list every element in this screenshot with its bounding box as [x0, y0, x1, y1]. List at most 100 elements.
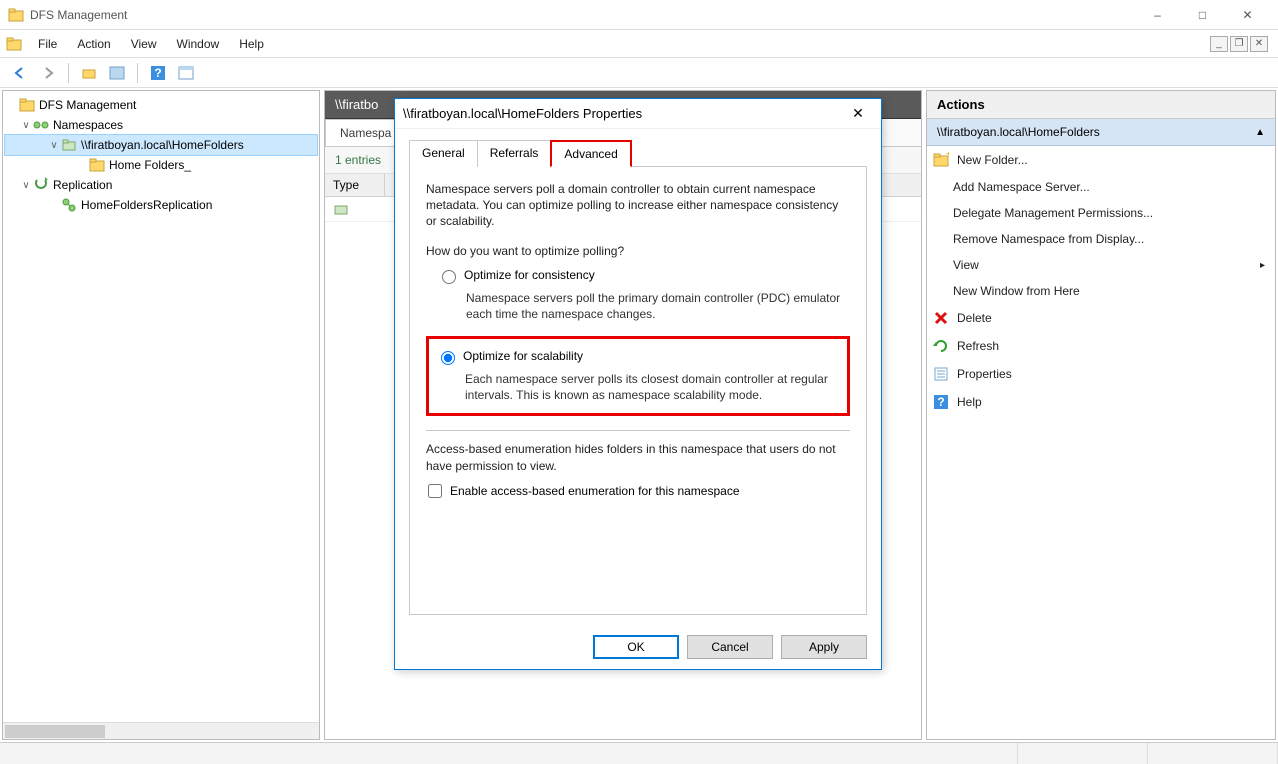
- forward-button[interactable]: [36, 61, 60, 85]
- mdi-restore[interactable]: ❐: [1230, 36, 1248, 52]
- action-delete[interactable]: Delete: [927, 304, 1275, 332]
- radio-scalability-input[interactable]: [441, 351, 455, 365]
- tree-replication[interactable]: ∨ Replication: [5, 175, 317, 195]
- properties-icon: [933, 366, 949, 382]
- menu-window[interactable]: Window: [167, 33, 230, 55]
- action-properties[interactable]: Properties: [927, 360, 1275, 388]
- radio-consistency-desc: Namespace servers poll the primary domai…: [466, 290, 850, 322]
- twisty-icon[interactable]: ∨: [47, 140, 61, 151]
- menu-help[interactable]: Help: [229, 33, 274, 55]
- tree-replication-group[interactable]: HomeFoldersReplication: [5, 195, 317, 215]
- dialog-intro-text: Namespace servers poll a domain controll…: [426, 181, 850, 230]
- twisty-icon[interactable]: ∨: [19, 180, 33, 191]
- radio-consistency-input[interactable]: [442, 270, 456, 284]
- actions-pane: Actions \\firatboyan.local\HomeFolders ▲…: [926, 90, 1276, 740]
- app-icon: [8, 7, 24, 23]
- dialog-question: How do you want to optimize polling?: [426, 244, 850, 258]
- dialog-tabs: General Referrals Advanced: [409, 139, 867, 167]
- tree-namespace-path[interactable]: ∨ \\firatboyan.local\HomeFolders: [5, 135, 317, 155]
- menu-bar: File Action View Window Help _ ❐ ✕: [0, 30, 1278, 58]
- action-delegate[interactable]: Delegate Management Permissions...: [927, 200, 1275, 226]
- ok-button[interactable]: OK: [593, 635, 679, 659]
- checkbox-abe-input[interactable]: [428, 484, 442, 498]
- folder-icon: [89, 157, 105, 173]
- dialog-close-button[interactable]: ✕: [843, 105, 873, 122]
- help-button[interactable]: ?: [146, 61, 170, 85]
- tab-content-advanced: Namespace servers poll a domain controll…: [409, 167, 867, 615]
- delete-icon: [933, 310, 949, 326]
- abe-description: Access-based enumeration hides folders i…: [426, 441, 850, 473]
- dialog-title: \\firatboyan.local\HomeFolders Propertie…: [403, 106, 843, 121]
- action-new-window-label: New Window from Here: [953, 284, 1080, 298]
- action-help[interactable]: ? Help: [927, 388, 1275, 416]
- action-refresh-label: Refresh: [957, 339, 999, 353]
- title-bar: DFS Management – □ ✕: [0, 0, 1278, 30]
- col-type[interactable]: Type: [325, 174, 385, 196]
- action-refresh[interactable]: Refresh: [927, 332, 1275, 360]
- action-delegate-label: Delegate Management Permissions...: [953, 206, 1153, 220]
- menu-file[interactable]: File: [28, 33, 67, 55]
- submenu-arrow-icon: ▸: [1260, 260, 1265, 271]
- toolbar-btn-2[interactable]: [105, 61, 129, 85]
- namespace-icon: [61, 137, 77, 153]
- dialog-titlebar: \\firatboyan.local\HomeFolders Propertie…: [395, 99, 881, 129]
- radio-scalability-label: Optimize for scalability: [463, 349, 583, 363]
- tree-namespace-path-label: \\firatboyan.local\HomeFolders: [81, 138, 244, 152]
- tree-root-label: DFS Management: [39, 98, 136, 112]
- action-view[interactable]: View ▸: [927, 252, 1275, 278]
- tree-home-folders[interactable]: Home Folders_: [5, 155, 317, 175]
- action-new-folder-label: New Folder...: [957, 153, 1028, 167]
- tree-root[interactable]: DFS Management: [5, 95, 317, 115]
- action-add-ns-server-label: Add Namespace Server...: [953, 180, 1090, 194]
- radio-scalability-desc: Each namespace server polls its closest …: [465, 371, 835, 403]
- tree-replication-group-label: HomeFoldersReplication: [81, 198, 212, 212]
- collapse-icon: ▲: [1255, 127, 1265, 138]
- cancel-button[interactable]: Cancel: [687, 635, 773, 659]
- maximize-button[interactable]: □: [1180, 1, 1225, 29]
- status-bar: [0, 742, 1278, 764]
- help-icon: ?: [933, 394, 949, 410]
- radio-scalability[interactable]: Optimize for scalability: [441, 349, 835, 365]
- apply-button-label: Apply: [809, 640, 839, 654]
- tree-namespaces-label: Namespaces: [53, 118, 123, 132]
- action-new-folder[interactable]: ✦ New Folder...: [927, 146, 1275, 174]
- new-folder-icon: ✦: [933, 152, 949, 168]
- tab-referrals[interactable]: Referrals: [477, 140, 552, 167]
- svg-text:?: ?: [937, 395, 944, 409]
- tab-advanced[interactable]: Advanced: [550, 140, 631, 167]
- mdi-minimize[interactable]: _: [1210, 36, 1228, 52]
- toolbar-btn-1[interactable]: [77, 61, 101, 85]
- action-add-ns-server[interactable]: Add Namespace Server...: [927, 174, 1275, 200]
- apply-button[interactable]: Apply: [781, 635, 867, 659]
- twisty-icon[interactable]: ∨: [19, 120, 33, 131]
- tab-general[interactable]: General: [409, 140, 478, 167]
- app-icon-small: [6, 36, 22, 52]
- close-button[interactable]: ✕: [1225, 1, 1270, 29]
- action-delete-label: Delete: [957, 311, 992, 325]
- tree-home-folders-label: Home Folders_: [109, 158, 191, 172]
- toolbar: ?: [0, 58, 1278, 88]
- minimize-button[interactable]: –: [1135, 1, 1180, 29]
- action-new-window[interactable]: New Window from Here: [927, 278, 1275, 304]
- namespaces-icon: [33, 117, 49, 133]
- ok-button-label: OK: [627, 640, 644, 654]
- tree-namespaces[interactable]: ∨ Namespaces: [5, 115, 317, 135]
- mdi-close[interactable]: ✕: [1250, 36, 1268, 52]
- svg-text:✦: ✦: [945, 152, 949, 161]
- radio-consistency[interactable]: Optimize for consistency: [442, 268, 850, 284]
- back-button[interactable]: [8, 61, 32, 85]
- highlight-box: Optimize for scalability Each namespace …: [426, 336, 850, 416]
- tree-scrollbar[interactable]: [3, 722, 319, 739]
- menu-action[interactable]: Action: [67, 33, 120, 55]
- toolbar-btn-3[interactable]: [174, 61, 198, 85]
- mdi-controls: _ ❐ ✕: [1210, 36, 1268, 52]
- action-remove-display[interactable]: Remove Namespace from Display...: [927, 226, 1275, 252]
- refresh-icon: [933, 338, 949, 354]
- actions-section[interactable]: \\firatboyan.local\HomeFolders ▲: [927, 119, 1275, 146]
- dfs-root-icon: [19, 97, 35, 113]
- cancel-button-label: Cancel: [711, 640, 748, 654]
- checkbox-abe[interactable]: Enable access-based enumeration for this…: [428, 484, 850, 498]
- tree-pane: DFS Management ∨ Namespaces ∨ \\firatboy…: [2, 90, 320, 740]
- menu-view[interactable]: View: [121, 33, 167, 55]
- row-icon: [333, 201, 349, 217]
